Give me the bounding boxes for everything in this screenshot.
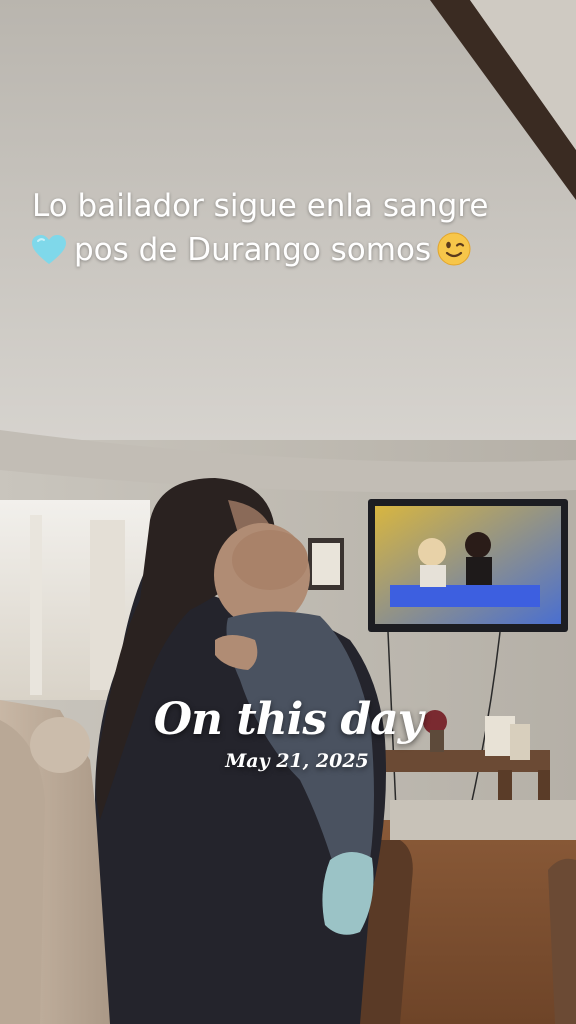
caption-line-2-text: pos de Durango somos (74, 232, 432, 268)
winking-face-icon (437, 232, 471, 266)
video-frame[interactable]: Lo bailador sigue enla sangre pos de Dur… (0, 0, 576, 1024)
memory-title: On this day (153, 694, 424, 745)
video-caption: Lo bailador sigue enla sangre pos de Dur… (32, 184, 552, 272)
room-photo (0, 0, 576, 1024)
memory-overlay: On this day May 21, 2025 (0, 692, 576, 774)
caption-line-1: Lo bailador sigue enla sangre (32, 188, 489, 224)
memory-date: May 21, 2025 (225, 750, 369, 772)
light-blue-heart-icon (32, 235, 66, 264)
caption-line-2: pos de Durango somos (32, 228, 552, 272)
